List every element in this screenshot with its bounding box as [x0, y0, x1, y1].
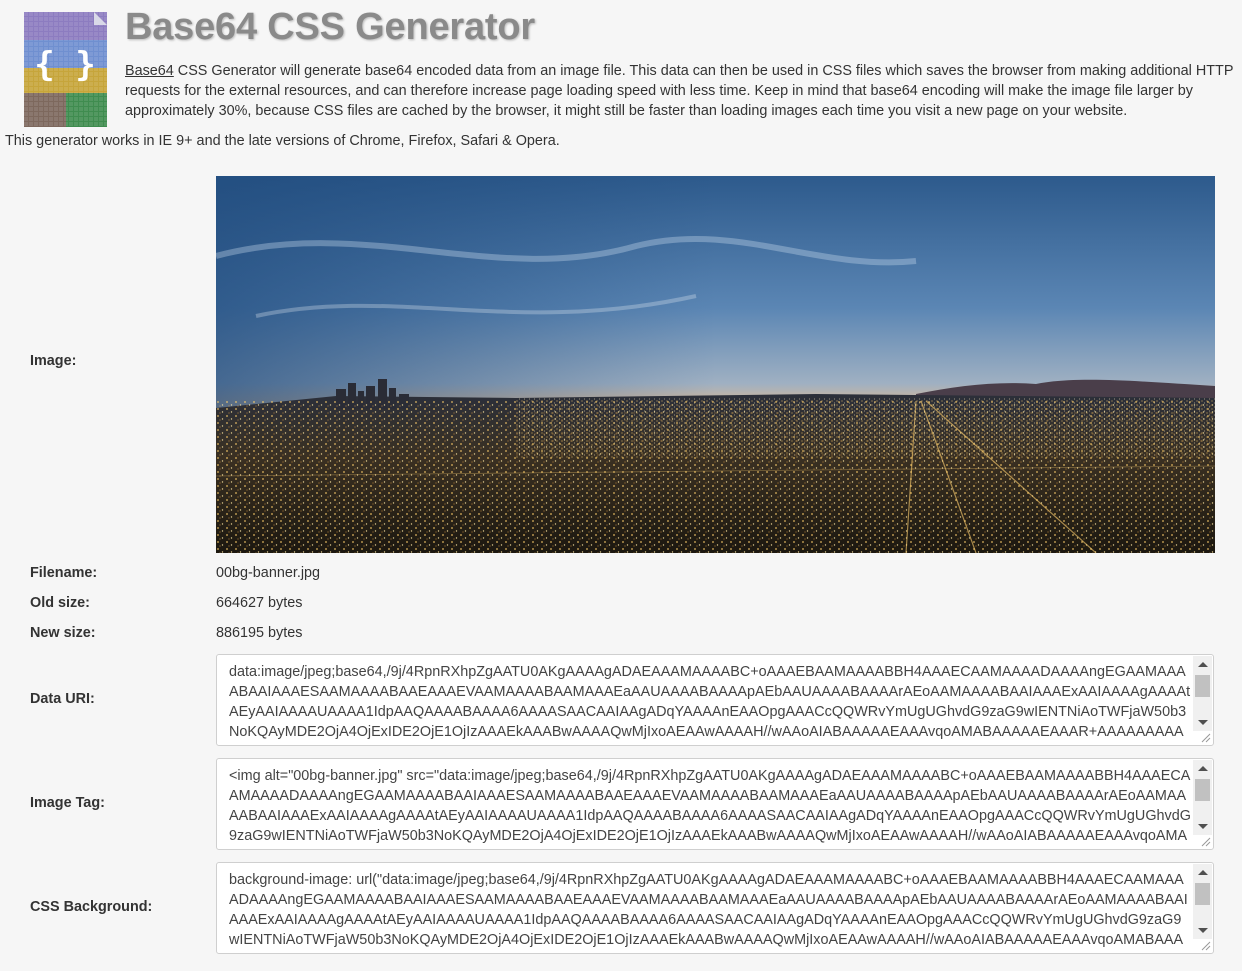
new-size-value: 886195 bytes	[216, 625, 303, 641]
image-label: Image:	[30, 353, 77, 369]
braces-logo-icon: { }	[24, 12, 107, 127]
scroll-up-arrow-icon[interactable]	[1198, 870, 1208, 875]
page-title: Base64 CSS Generator	[125, 6, 535, 48]
scroll-up-arrow-icon[interactable]	[1198, 766, 1208, 771]
image-preview	[216, 176, 1215, 553]
data-uri-label: Data URI:	[30, 691, 95, 707]
css-background-textarea[interactable]: background-image: url("data:image/jpeg;b…	[216, 862, 1214, 954]
new-size-label: New size:	[30, 625, 96, 641]
resize-grip-icon[interactable]	[1201, 733, 1211, 743]
scroll-down-arrow-icon[interactable]	[1198, 928, 1208, 933]
css-background-text: background-image: url("data:image/jpeg;b…	[229, 872, 1188, 953]
data-uri-scrollbar[interactable]	[1193, 656, 1212, 731]
image-tag-textarea[interactable]: <img alt="00bg-banner.jpg" src="data:ima…	[216, 758, 1214, 850]
data-uri-text: data:image/jpeg;base64,/9j/4RpnRXhpZgAAT…	[229, 664, 1191, 745]
scroll-down-arrow-icon[interactable]	[1198, 824, 1208, 829]
filename-label: Filename:	[30, 565, 98, 581]
scroll-thumb[interactable]	[1195, 675, 1210, 697]
scroll-up-arrow-icon[interactable]	[1198, 662, 1208, 667]
filename-value: 00bg-banner.jpg	[216, 565, 321, 581]
css-background-label: CSS Background:	[30, 899, 153, 915]
css-background-scrollbar[interactable]	[1193, 864, 1212, 939]
image-tag-label: Image Tag:	[30, 795, 105, 811]
image-tag-text: <img alt="00bg-banner.jpg" src="data:ima…	[229, 768, 1191, 849]
scroll-thumb[interactable]	[1195, 883, 1210, 905]
resize-grip-icon[interactable]	[1201, 941, 1211, 951]
intro-link-word: Base64	[125, 63, 174, 79]
svg-text:{ }: { }	[34, 45, 95, 85]
intro-paragraph: Base64 CSS Generator will generate base6…	[125, 61, 1237, 121]
data-uri-textarea[interactable]: data:image/jpeg;base64,/9j/4RpnRXhpZgAAT…	[216, 654, 1214, 746]
resize-grip-icon[interactable]	[1201, 837, 1211, 847]
scroll-down-arrow-icon[interactable]	[1198, 720, 1208, 725]
intro-text: CSS Generator will generate base64 encod…	[125, 63, 1234, 119]
scroll-thumb[interactable]	[1195, 779, 1210, 801]
old-size-label: Old size:	[30, 595, 90, 611]
old-size-value: 664627 bytes	[216, 595, 303, 611]
browser-support-note: This generator works in IE 9+ and the la…	[5, 133, 560, 149]
image-tag-scrollbar[interactable]	[1193, 760, 1212, 835]
